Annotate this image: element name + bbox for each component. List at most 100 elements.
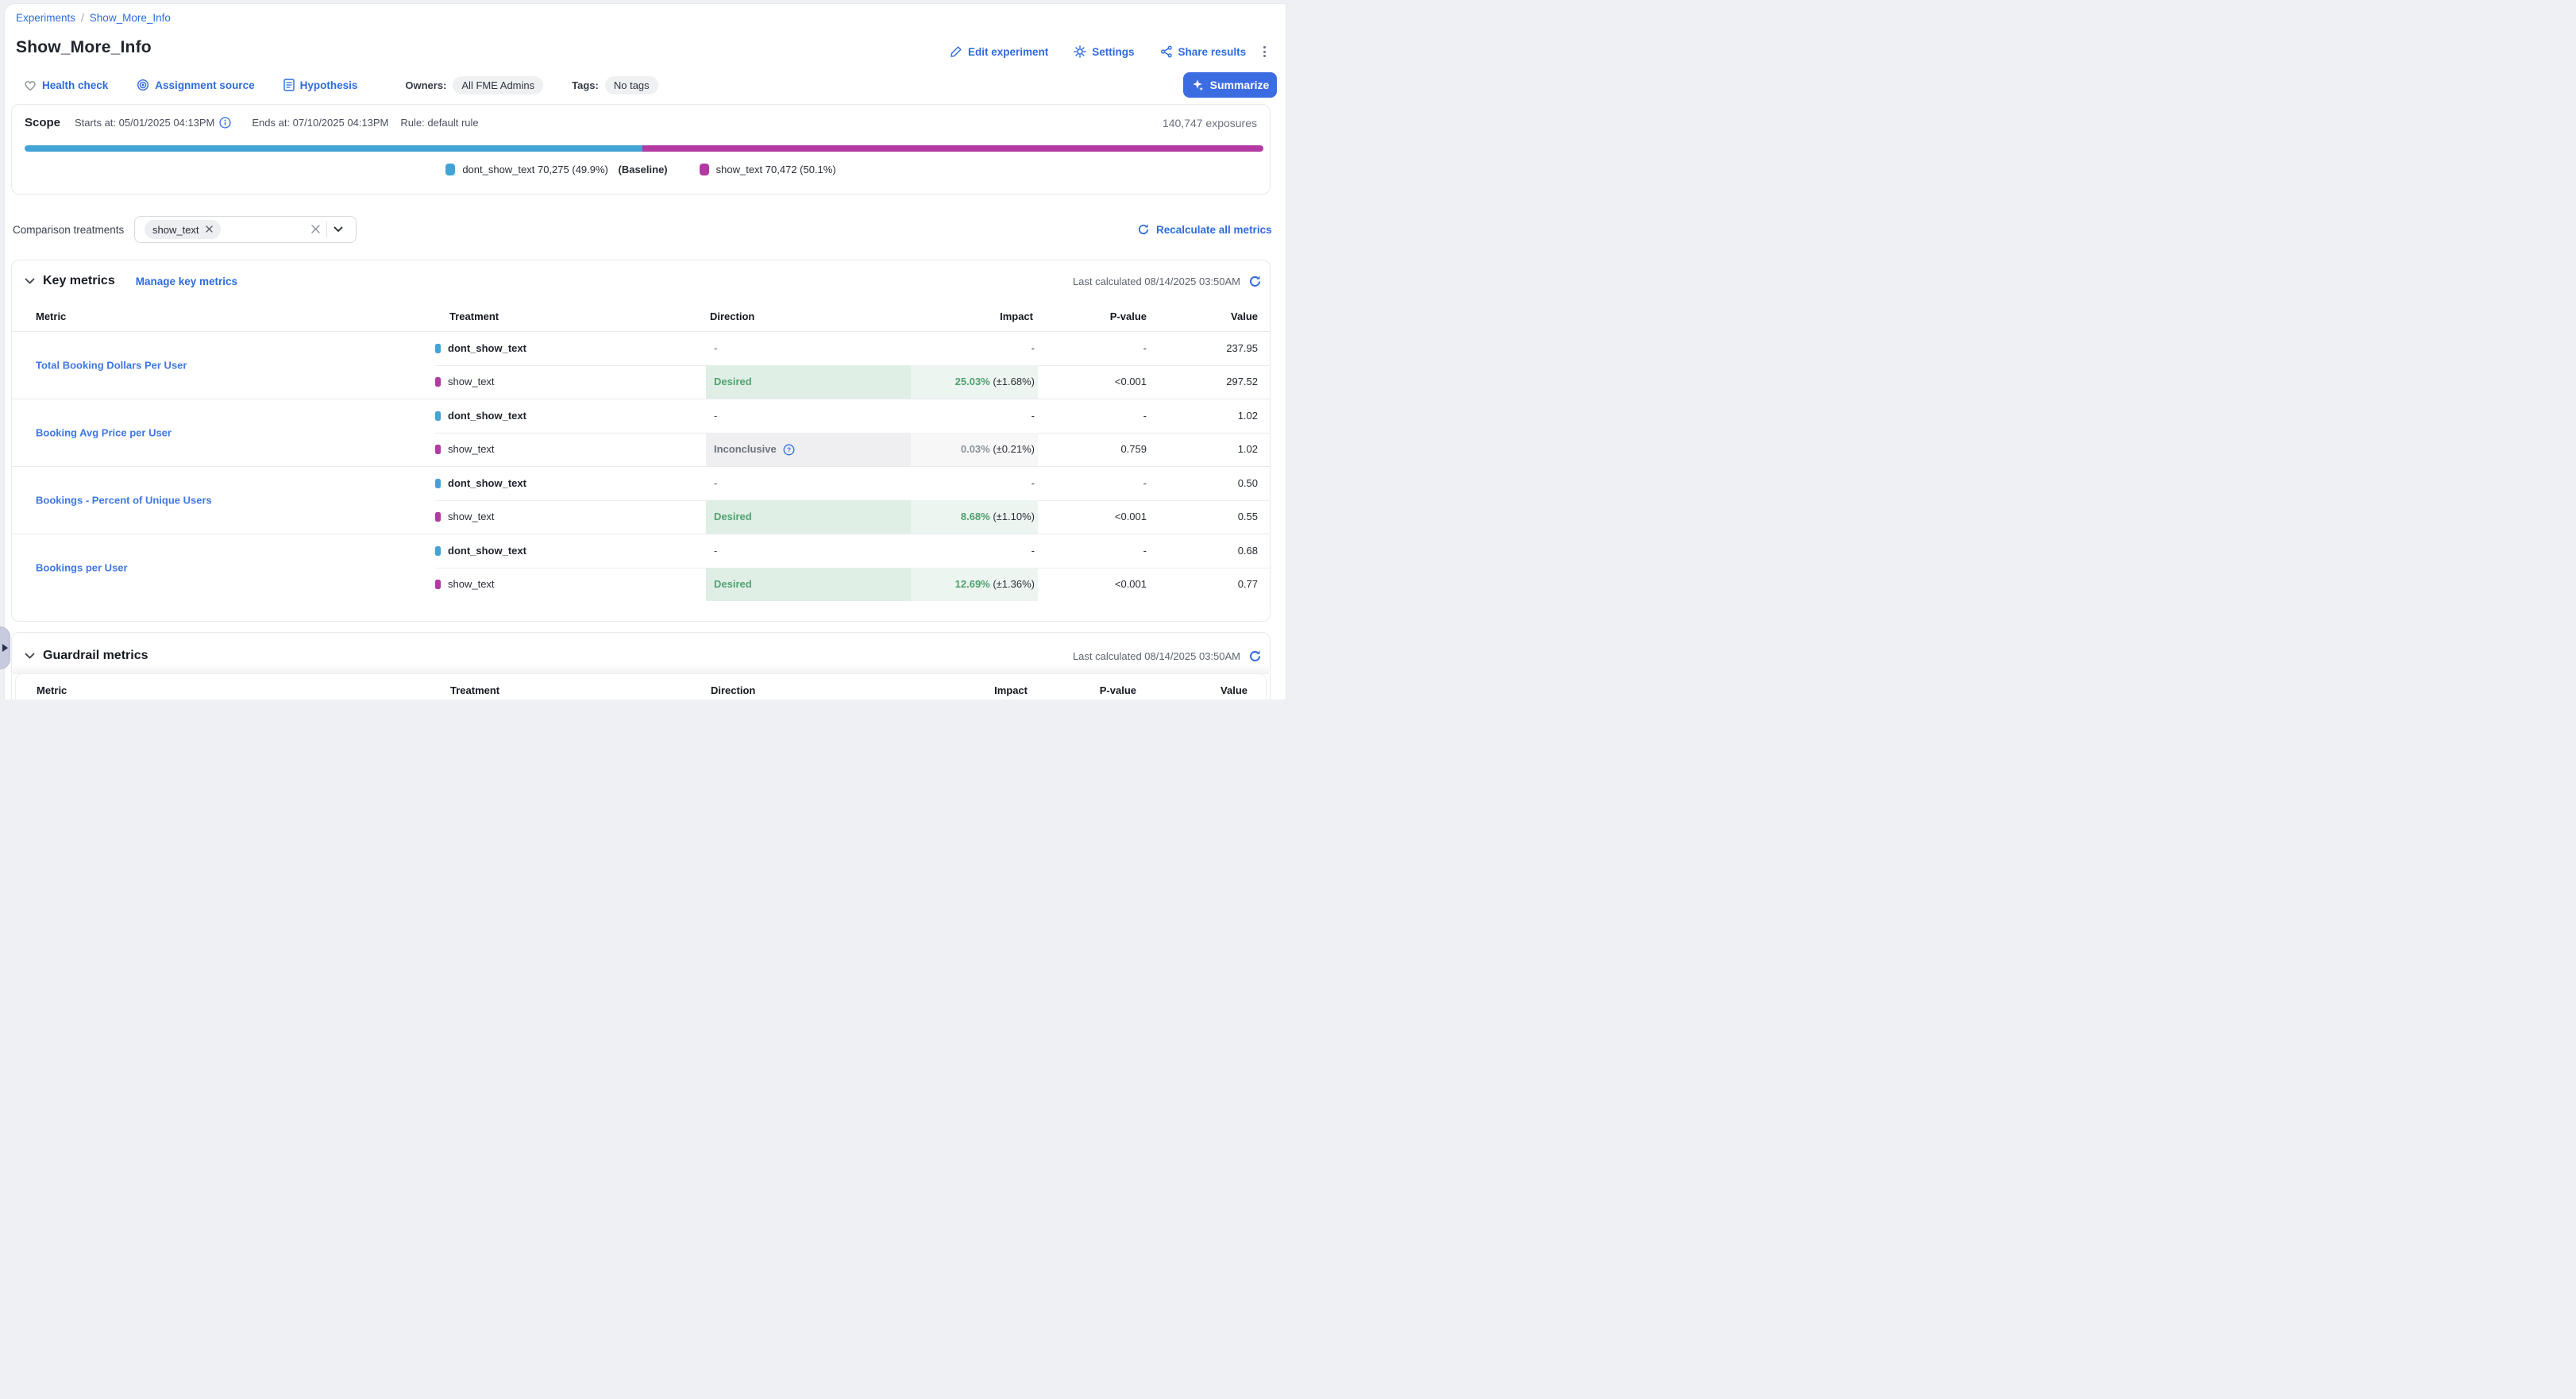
column-header-value: Value <box>1136 682 1248 700</box>
guardrail-metrics-title: Guardrail metrics <box>43 649 148 663</box>
column-header-pvalue: P-value <box>1038 305 1147 329</box>
key-metrics-table-header: MetricTreatmentDirectionImpactP-valueVal… <box>12 305 1270 329</box>
meta-link-label: Assignment source <box>155 79 254 91</box>
column-header-direction: Direction <box>710 305 754 329</box>
value-cell: 0.68 <box>1147 534 1258 568</box>
direction-label: Desired <box>714 500 752 534</box>
metric-link[interactable]: Bookings per User <box>36 562 128 574</box>
value-cell: 0.50 <box>1147 467 1258 500</box>
chevron-down-icon[interactable] <box>327 226 349 233</box>
refresh-guardrail-icon[interactable] <box>1248 649 1262 663</box>
metric-link[interactable]: Booking Avg Price per User <box>36 427 172 439</box>
treatment-label: dont_show_text <box>448 399 526 433</box>
column-header-treatment: Treatment <box>450 682 499 700</box>
key-metrics-card: Key metrics Manage key metrics Last calc… <box>11 260 1271 622</box>
header-actions: Edit experiment Settings Share results <box>950 43 1246 60</box>
breadcrumb-experiments-link[interactable]: Experiments <box>16 12 75 24</box>
impact-percent: 0.03% <box>961 443 990 455</box>
legend-item: dont_show_text 70,275 (49.9%) (Baseline) <box>445 164 667 175</box>
recalculate-all-metrics-button[interactable]: Recalculate all metrics <box>1137 223 1272 236</box>
collapse-key-metrics-icon[interactable] <box>25 278 35 285</box>
summarize-button[interactable]: Summarize <box>1183 72 1277 98</box>
legend-item: show_text 70,472 (50.1%) <box>700 164 836 175</box>
treatment-swatch <box>435 479 441 488</box>
collapse-guardrail-metrics-icon[interactable] <box>25 653 35 660</box>
legend-swatch <box>700 164 709 175</box>
exposure-split-bar <box>25 145 1263 152</box>
table-row: show_textInconclusive?0.03% (±0.21%)0.75… <box>12 433 1270 466</box>
share-icon <box>1160 45 1173 58</box>
p-value-cell: <0.001 <box>1038 500 1147 534</box>
impact-confidence-interval: (±1.68%) <box>990 376 1035 387</box>
impact-cell: - <box>911 332 1038 365</box>
impact-confidence-interval: (±1.10%) <box>990 511 1035 522</box>
direction-cell: Desired <box>706 568 911 601</box>
chip-remove-icon[interactable] <box>206 224 213 235</box>
hypothesis-link[interactable]: Hypothesis <box>283 79 358 91</box>
metric-group: dont_show_text---237.95show_textDesired2… <box>12 331 1270 399</box>
tags-label: Tags: <box>572 79 599 91</box>
tags-pill[interactable]: No tags <box>605 76 658 94</box>
p-value-cell: - <box>1038 332 1147 365</box>
direction-cell: - <box>706 534 911 568</box>
impact-cell: - <box>911 534 1038 568</box>
health-check-link[interactable]: Health check <box>24 79 108 91</box>
breadcrumb: Experiments / Show_More_Info <box>16 12 171 24</box>
treatment-chip[interactable]: show_text <box>145 220 221 239</box>
breadcrumb-current-link[interactable]: Show_More_Info <box>90 12 171 24</box>
value-cell: 297.52 <box>1147 365 1258 399</box>
bullseye-icon <box>137 79 149 91</box>
arrow-right-icon <box>2 644 8 652</box>
metric-link[interactable]: Total Booking Dollars Per User <box>36 360 187 372</box>
metric-group: dont_show_text---1.02show_textInconclusi… <box>12 399 1270 466</box>
scope-ends-at: Ends at: 07/10/2025 04:13PM <box>252 117 388 129</box>
settings-button[interactable]: Settings <box>1074 45 1134 58</box>
document-icon <box>283 79 295 91</box>
owners-pill[interactable]: All FME Admins <box>453 76 543 94</box>
legend-label: show_text 70,472 (50.1%) <box>716 164 836 175</box>
pencil-icon <box>950 45 962 58</box>
baseline-split-segment <box>25 145 642 152</box>
treatment-chip-label: show_text <box>152 224 199 236</box>
table-row: dont_show_text---237.95 <box>12 332 1270 365</box>
clear-selection-icon[interactable] <box>305 223 326 236</box>
split-legend: dont_show_text 70,275 (49.9%) (Baseline)… <box>12 164 1270 175</box>
treatment-label: dont_show_text <box>448 534 526 568</box>
info-icon[interactable] <box>219 117 231 129</box>
action-label: Share results <box>1178 46 1247 58</box>
legend-swatch <box>445 164 455 175</box>
share-results-button[interactable]: Share results <box>1160 45 1247 58</box>
metric-link[interactable]: Bookings - Percent of Unique Users <box>36 495 212 507</box>
column-header-treatment: Treatment <box>449 305 499 329</box>
treatment-swatch <box>435 344 441 353</box>
treatment-label: show_text <box>448 433 495 466</box>
treatment-label: dont_show_text <box>448 332 526 365</box>
help-icon[interactable]: ? <box>783 444 795 456</box>
refresh-key-metrics-icon[interactable] <box>1248 275 1262 288</box>
refresh-icon <box>1137 223 1150 236</box>
p-value-cell: - <box>1038 399 1147 433</box>
direction-cell: Desired <box>706 365 911 399</box>
comparison-treatments-select[interactable]: show_text <box>134 216 357 243</box>
more-options-button[interactable] <box>1258 44 1271 60</box>
comparison-treatments-label: Comparison treatments <box>13 224 124 236</box>
treatment-label: show_text <box>448 500 495 534</box>
column-header-pvalue: P-value <box>1028 682 1136 700</box>
p-value-cell: <0.001 <box>1038 568 1147 601</box>
treatment-swatch <box>435 546 441 556</box>
column-header-impact: Impact <box>906 305 1033 329</box>
exposures-count: 140,747 exposures <box>1163 117 1257 129</box>
manage-key-metrics-link[interactable]: Manage key metrics <box>136 276 237 287</box>
impact-confidence-interval: (±1.36%) <box>990 578 1035 590</box>
key-metrics-table-body: dont_show_text---237.95show_textDesired2… <box>12 331 1270 601</box>
value-cell: 0.55 <box>1147 500 1258 534</box>
scope-card: Scope Starts at: 05/01/2025 04:13PM Ends… <box>11 104 1271 195</box>
svg-text:?: ? <box>787 445 791 453</box>
p-value-cell: 0.759 <box>1038 433 1147 466</box>
value-cell: 0.77 <box>1147 568 1258 601</box>
table-row: show_textDesired12.69% (±1.36%)<0.0010.7… <box>12 568 1270 601</box>
direction-label: - <box>714 467 717 500</box>
edit-experiment-button[interactable]: Edit experiment <box>950 45 1048 58</box>
assignment-source-link[interactable]: Assignment source <box>137 79 254 91</box>
sidebar-expand-handle[interactable] <box>0 626 10 669</box>
